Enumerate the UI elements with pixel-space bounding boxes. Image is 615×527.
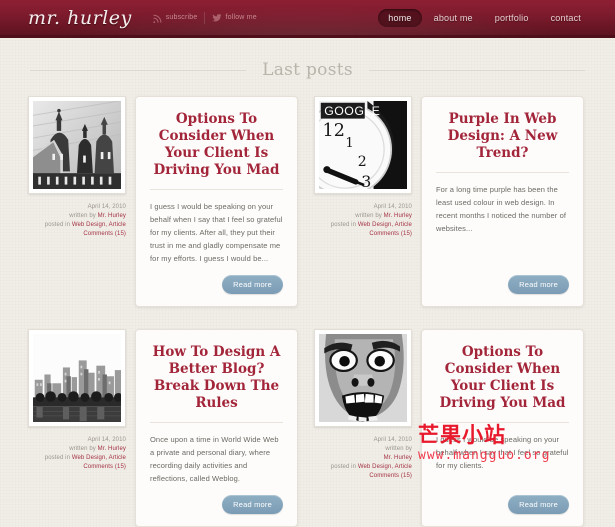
post-item: April 14, 2010 written by Mr. Hurley pos… — [26, 96, 298, 307]
post-thumbnail[interactable] — [314, 329, 412, 427]
post-categories-line: posted in Web Design, Article — [45, 454, 126, 463]
posted-in-label: posted in — [330, 222, 357, 228]
post-excerpt: For a long time purple has been the leas… — [436, 185, 567, 233]
post-card: Options To Consider When Your Client Is … — [421, 329, 584, 527]
post-author-line: written by Mr. Hurley — [331, 212, 412, 221]
written-by-label: written by — [355, 213, 382, 219]
nav-item-contact[interactable]: contact — [541, 9, 591, 27]
post-meta: April 14, 2010 written by Mr. Hurley pos… — [45, 203, 126, 239]
post-author[interactable]: Mr. Hurley — [384, 213, 412, 219]
read-more-button[interactable]: Read more — [222, 495, 283, 514]
post-title[interactable]: Options To Consider When Your Client Is … — [150, 111, 283, 179]
post-item: GOOGLE 12 1 2 3 April 14, 2010 written b… — [312, 96, 584, 307]
post-excerpt: Once upon a time in World Wide Web a pri… — [150, 435, 279, 483]
post-thumbnail[interactable] — [28, 96, 126, 194]
post-categories[interactable]: Web Design, Article — [358, 464, 412, 470]
card-divider — [436, 172, 569, 173]
post-comments[interactable]: Comments (15) — [45, 230, 126, 239]
svg-text:12: 12 — [323, 121, 345, 141]
card-actions: Read more — [150, 265, 283, 294]
page-title: Last posts — [262, 60, 353, 80]
card-divider — [436, 422, 569, 423]
posts-grid: April 14, 2010 written by Mr. Hurley pos… — [0, 96, 615, 527]
post-title[interactable]: How To Design A Better Blog? Break Down … — [150, 344, 283, 412]
post-item: April 14, 2010 written by Mr. Hurley pos… — [312, 329, 584, 527]
posted-in-label: posted in — [44, 455, 71, 461]
post-author[interactable]: Mr. Hurley — [98, 446, 126, 452]
post-comments[interactable]: Comments (15) — [331, 472, 412, 481]
google-label: GOOGLE — [324, 104, 380, 118]
follow-me-label: follow me — [225, 14, 257, 21]
svg-text:3: 3 — [361, 172, 371, 189]
site-logo[interactable]: mr. hurley — [28, 7, 132, 29]
post-author-line: written by Mr. Hurley — [45, 212, 126, 221]
posts-row: April 14, 2010 written by Mr. Hurley pos… — [26, 96, 589, 307]
site-header: mr. hurley subscribe follow me home abou… — [0, 0, 615, 38]
post-categories[interactable]: Web Design, Article — [358, 222, 412, 228]
post-excerpt: I guess I would be speaking on your beha… — [150, 202, 283, 263]
post-title[interactable]: Options To Consider When Your Client Is … — [436, 344, 569, 412]
post-categories[interactable]: Web Design, Article — [72, 455, 126, 461]
post-thumbnail[interactable]: GOOGLE 12 1 2 3 — [314, 96, 412, 194]
posted-in-label: posted in — [330, 464, 357, 470]
posted-in-label: posted in — [44, 222, 71, 228]
written-by-label: written by — [385, 446, 412, 452]
subscribe-label: subscribe — [165, 14, 198, 21]
post-media-column: April 14, 2010 written by Mr. Hurley pos… — [26, 329, 126, 527]
written-by-label: written by — [69, 446, 96, 452]
card-divider — [150, 422, 283, 423]
written-by-label: written by — [69, 213, 96, 219]
post-date: April 14, 2010 — [87, 437, 126, 443]
social-links: subscribe follow me — [146, 11, 264, 24]
rss-icon — [153, 13, 163, 23]
twitter-icon — [212, 13, 223, 23]
screaming-face-photo — [319, 334, 407, 422]
church-domes-photo — [33, 101, 121, 189]
card-actions: Read more — [436, 265, 569, 294]
post-meta: April 14, 2010 written by Mr. Hurley pos… — [331, 203, 412, 239]
read-more-button[interactable]: Read more — [508, 275, 569, 294]
post-title[interactable]: Purple In Web Design: A New Trend? — [436, 111, 569, 162]
main-navigation: home about me portfolio contact — [378, 8, 591, 27]
post-categories[interactable]: Web Design, Article — [72, 222, 126, 228]
post-categories-line: posted in Web Design, Article — [45, 221, 126, 230]
nav-item-portfolio[interactable]: portfolio — [485, 9, 539, 27]
post-meta: April 14, 2010 written by Mr. Hurley pos… — [45, 436, 126, 472]
post-date: April 14, 2010 — [373, 437, 412, 443]
post-categories-line: posted in Web Design, Article — [331, 221, 412, 230]
post-card: Options To Consider When Your Client Is … — [135, 96, 298, 307]
post-date: April 14, 2010 — [373, 204, 412, 210]
follow-me-link[interactable]: follow me — [205, 13, 263, 23]
card-divider — [150, 189, 283, 190]
post-excerpt: I guess I would be speaking on your beha… — [436, 435, 569, 470]
post-card: How To Design A Better Blog? Break Down … — [135, 329, 298, 527]
subscribe-link[interactable]: subscribe — [146, 13, 205, 23]
post-date: April 14, 2010 — [87, 204, 126, 210]
post-comments[interactable]: Comments (15) — [331, 230, 412, 239]
post-author[interactable]: Mr. Hurley — [98, 213, 126, 219]
svg-text:1: 1 — [345, 136, 353, 151]
post-item: April 14, 2010 written by Mr. Hurley pos… — [26, 329, 298, 527]
post-media-column: GOOGLE 12 1 2 3 April 14, 2010 written b… — [312, 96, 412, 307]
post-author[interactable]: Mr. Hurley — [331, 454, 412, 463]
section-header: Last posts — [30, 60, 585, 80]
posts-row: April 14, 2010 written by Mr. Hurley pos… — [26, 329, 589, 527]
post-categories-line: posted in Web Design, Article — [331, 463, 412, 472]
svg-text:2: 2 — [358, 154, 367, 170]
nav-item-home[interactable]: home — [378, 8, 422, 27]
city-skyline-photo — [33, 334, 121, 422]
google-clock-photo: GOOGLE 12 1 2 3 — [319, 101, 407, 189]
read-more-button[interactable]: Read more — [508, 495, 569, 514]
post-card: Purple In Web Design: A New Trend? For a… — [421, 96, 584, 307]
post-media-column: April 14, 2010 written by Mr. Hurley pos… — [26, 96, 126, 307]
read-more-button[interactable]: Read more — [222, 275, 283, 294]
divider-right — [368, 69, 585, 71]
post-comments[interactable]: Comments (15) — [45, 463, 126, 472]
post-meta: April 14, 2010 written by Mr. Hurley pos… — [331, 436, 412, 481]
post-thumbnail[interactable] — [28, 329, 126, 427]
divider-left — [30, 69, 247, 71]
post-author-line: written by Mr. Hurley — [45, 445, 126, 454]
nav-item-about-me[interactable]: about me — [424, 9, 483, 27]
post-media-column: April 14, 2010 written by Mr. Hurley pos… — [312, 329, 412, 527]
